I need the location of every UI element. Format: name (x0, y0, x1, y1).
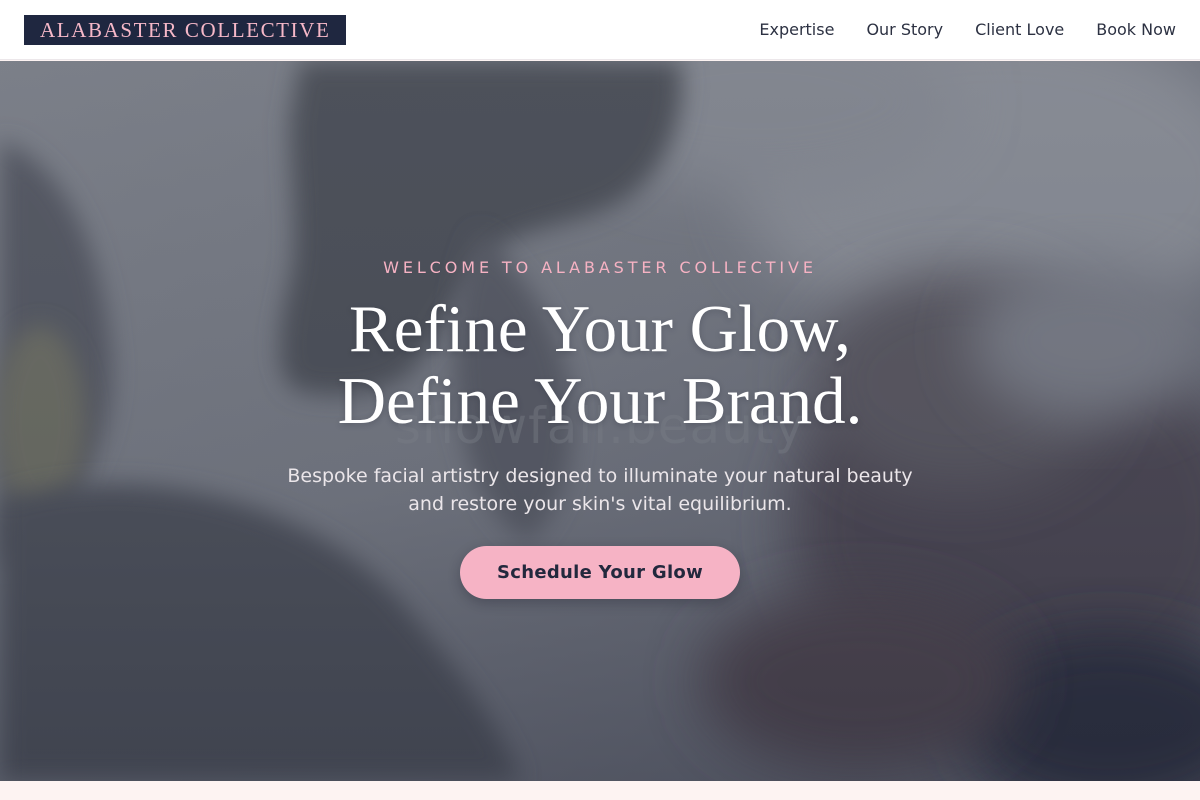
hero-subtext-line-1: Bespoke facial artistry designed to illu… (287, 465, 913, 487)
schedule-your-glow-button[interactable]: Schedule Your Glow (460, 546, 740, 599)
hero-section: showfall.beauty WELCOME TO ALABASTER COL… (0, 61, 1200, 781)
nav-link-client-love[interactable]: Client Love (975, 20, 1064, 40)
hero-eyebrow: WELCOME TO ALABASTER COLLECTIVE (383, 258, 817, 277)
nav-link-expertise[interactable]: Expertise (759, 20, 834, 40)
hero-headline-line-1: Refine Your Glow, (349, 292, 851, 366)
nav-link-book-now[interactable]: Book Now (1096, 20, 1176, 40)
hero-headline: Refine Your Glow, Define Your Brand. (0, 293, 1200, 437)
hero-headline-line-2: Define Your Brand. (337, 364, 863, 438)
brand-logo[interactable]: ALABASTER COLLECTIVE (24, 14, 347, 45)
hero-subtext-line-2: and restore your skin's vital equilibriu… (408, 493, 792, 515)
next-section-edge (0, 781, 1200, 800)
hero-subtext: Bespoke facial artistry designed to illu… (250, 462, 950, 518)
nav-link-our-story[interactable]: Our Story (866, 20, 943, 40)
main-nav: Expertise Our Story Client Love Book Now (727, 20, 1176, 40)
site-header: ALABASTER COLLECTIVE Expertise Our Story… (0, 0, 1200, 60)
